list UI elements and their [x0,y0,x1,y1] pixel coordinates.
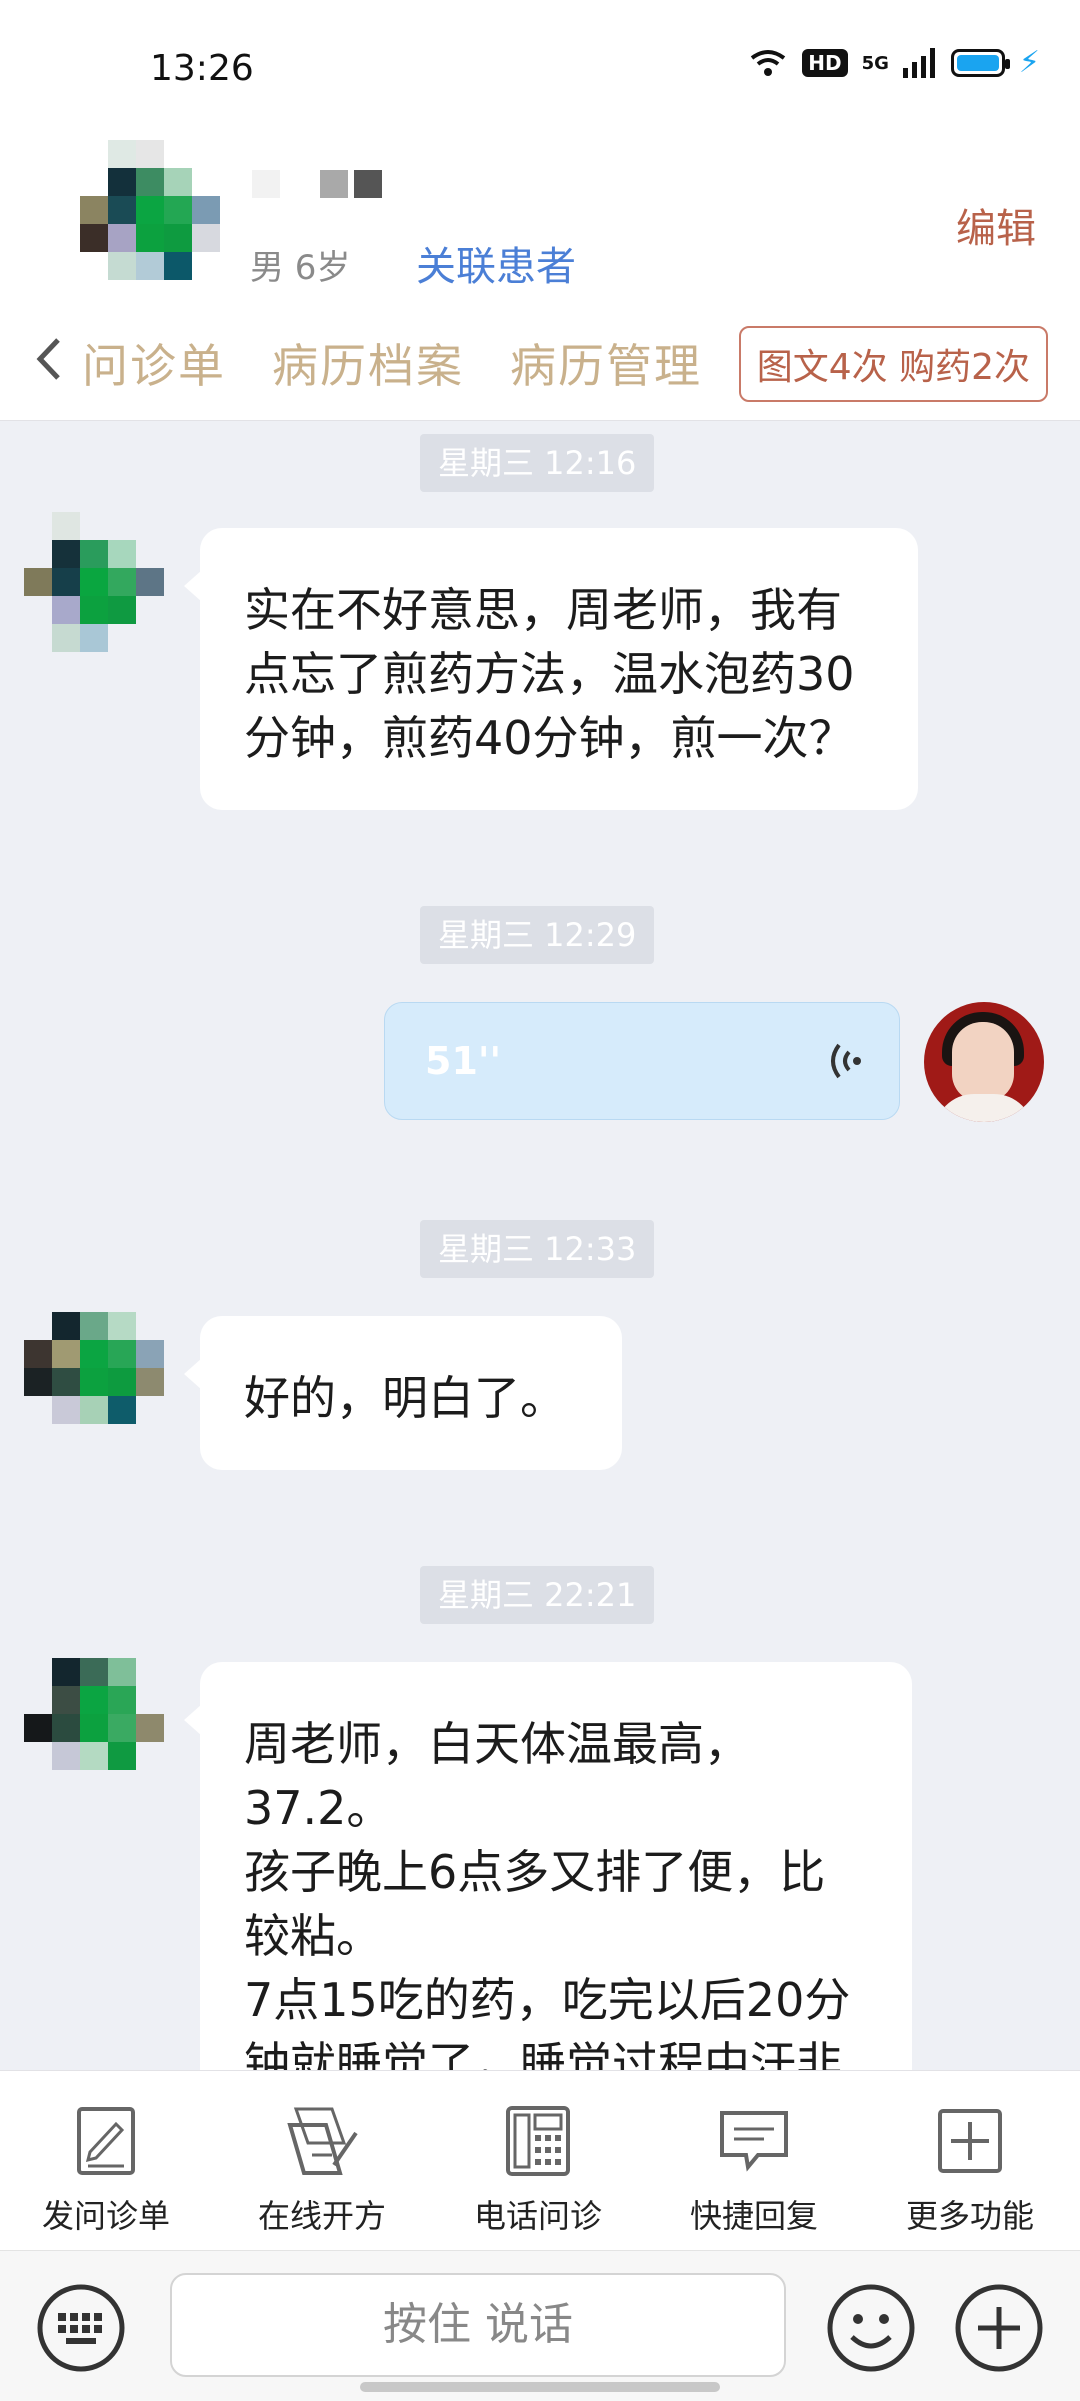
header-tabs: 问诊单 病历档案 病历管理 [82,330,702,396]
hold-to-talk-button[interactable]: 按住 说话 [170,2273,786,2377]
patient-chat-avatar[interactable] [24,1312,164,1452]
tab-consultation-form[interactable]: 问诊单 [82,330,226,396]
edit-button[interactable]: 编辑 [956,196,1036,254]
input-bar: 按住 说话 [0,2250,1080,2401]
hd-badge: HD [802,49,848,77]
message-bubble-incoming[interactable]: 实在不好意思，周老师，我有点忘了煎药方法，温水泡药30分钟，煎药40分钟，煎一次… [184,528,918,810]
wifi-icon [751,50,786,76]
timestamp: 星期三 22:21 [420,1566,655,1624]
more-functions-button[interactable]: 更多功能 [890,2099,1050,2237]
patient-name-redacted [252,170,382,198]
tool-label: 在线开方 [257,2197,386,2235]
emoji-icon[interactable] [826,2283,916,2373]
tab-medical-records[interactable]: 病历档案 [272,330,464,396]
link-patient-button[interactable]: 关联患者 [416,234,576,292]
patient-gender-age: 男 6岁 [250,248,351,288]
tool-label: 发问诊单 [41,2197,170,2235]
back-arrow-icon[interactable] [34,336,64,382]
quick-reply-button[interactable]: 快捷回复 [674,2099,834,2237]
status-bar: 13:26 HD 5G ⚡ [0,0,1080,140]
charging-icon: ⚡ [1018,45,1040,80]
message-bubble-incoming[interactable]: 好的，明白了。 [184,1316,622,1470]
tool-label: 快捷回复 [689,2197,818,2235]
voice-wave-icon [831,1043,861,1079]
voice-duration: 51'' [425,1039,502,1083]
prescription-icon [287,2107,358,2175]
signal-icon [902,48,935,78]
phone-icon [506,2106,570,2176]
form-edit-icon [77,2107,135,2175]
quick-reply-icon [720,2111,788,2172]
usage-count-badge[interactable]: 图文4次 购药2次 [738,326,1048,402]
phone-consult-button[interactable]: 电话问诊 [458,2099,618,2237]
function-toolbar: 发问诊单 在线开方 电话问诊 快捷回复 更多功能 [0,2070,1080,2251]
chat-message-list[interactable]: 星期三 12:16 实在不好意思，周老师，我有点忘了煎药方法，温水泡药30分钟，… [0,420,1080,2070]
send-form-button[interactable]: 发问诊单 [26,2099,186,2237]
more-plus-icon [938,2109,1002,2173]
keyboard-toggle-icon[interactable] [36,2283,126,2373]
message-bubble-incoming[interactable]: 周老师，白天体温最高， 37.2。 孩子晚上6点多又排了便，比较粘。 7点15吃… [184,1662,912,2070]
patient-chat-avatar[interactable] [24,1658,164,1798]
tool-label: 更多功能 [905,2197,1034,2235]
voice-message-outgoing[interactable]: 51'' [384,1002,900,1120]
status-icons: HD 5G ⚡ [748,48,1040,78]
timestamp: 星期三 12:16 [420,434,655,492]
battery-icon [950,49,1010,77]
add-attachment-icon[interactable] [954,2283,1044,2373]
network-label: 5G [861,52,889,74]
status-time: 13:26 [150,48,254,89]
tab-record-management[interactable]: 病历管理 [510,330,702,396]
patient-chat-avatar[interactable] [24,512,164,652]
patient-avatar[interactable] [80,140,220,280]
doctor-avatar[interactable] [924,1002,1044,1122]
timestamp: 星期三 12:33 [420,1220,655,1278]
online-prescription-button[interactable]: 在线开方 [242,2099,402,2237]
tool-label: 电话问诊 [473,2197,602,2235]
home-indicator [360,2382,720,2392]
timestamp: 星期三 12:29 [420,906,655,964]
